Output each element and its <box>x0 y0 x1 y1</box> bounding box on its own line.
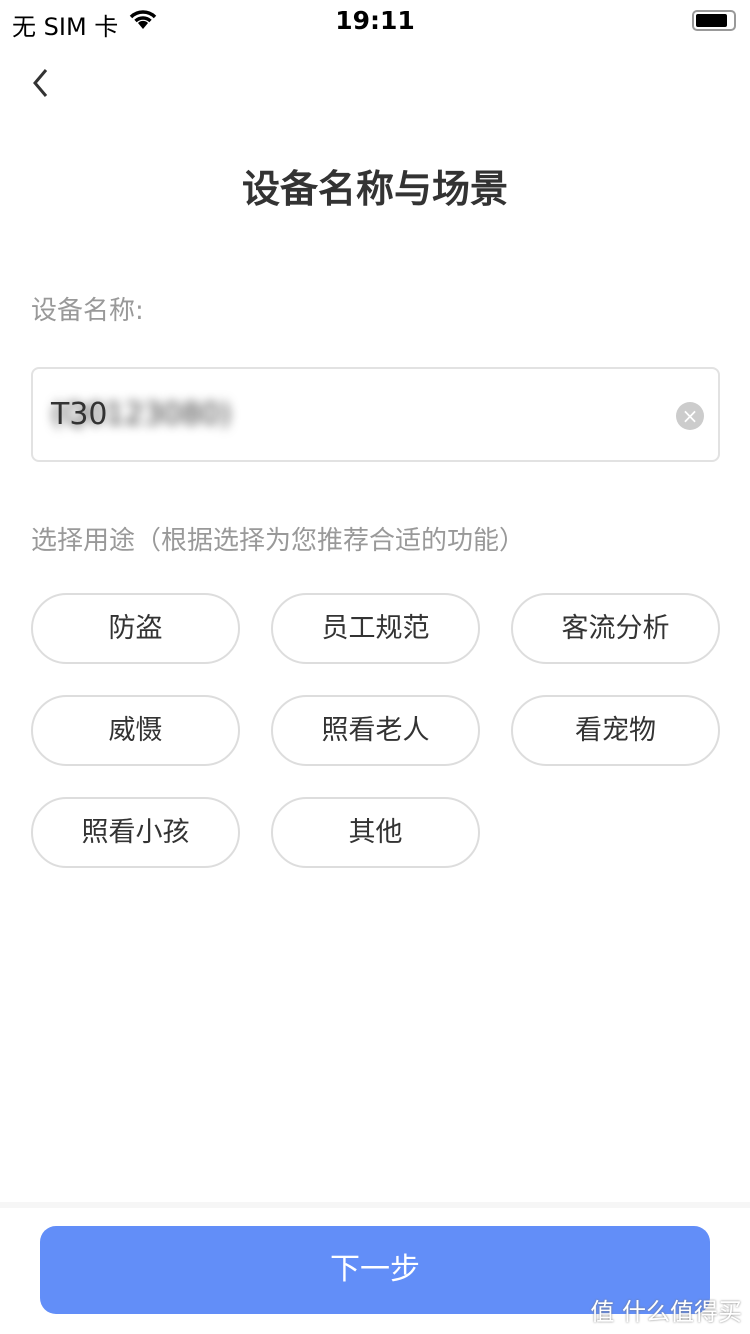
device-name-label: 设备名称: <box>31 296 144 326</box>
battery-icon <box>692 10 736 31</box>
device-name-blurred: (Q0123080) <box>51 397 232 432</box>
watermark: 值 什么值得买 <box>590 1298 742 1326</box>
back-icon[interactable] <box>28 64 68 104</box>
status-bar: 无 SIM 卡 19:11 <box>0 0 750 41</box>
purpose-option[interactable]: 防盗 <box>31 593 240 664</box>
purpose-option[interactable]: 员工规范 <box>271 593 480 664</box>
device-name-input[interactable]: T30 (Q0123080) × <box>31 367 720 462</box>
purpose-option[interactable]: 看宠物 <box>511 695 720 766</box>
purpose-option[interactable]: 客流分析 <box>511 593 720 664</box>
footer-divider <box>0 1202 750 1208</box>
clock: 19:11 <box>335 6 415 35</box>
purpose-option[interactable]: 照看老人 <box>271 695 480 766</box>
purpose-option[interactable]: 威慑 <box>31 695 240 766</box>
purpose-label: 选择用途（根据选择为您推荐合适的功能） <box>31 526 526 556</box>
purpose-option[interactable]: 照看小孩 <box>31 797 240 868</box>
page-title: 设备名称与场景 <box>241 167 508 211</box>
clear-icon[interactable]: × <box>676 402 704 430</box>
purpose-option[interactable]: 其他 <box>271 797 480 868</box>
